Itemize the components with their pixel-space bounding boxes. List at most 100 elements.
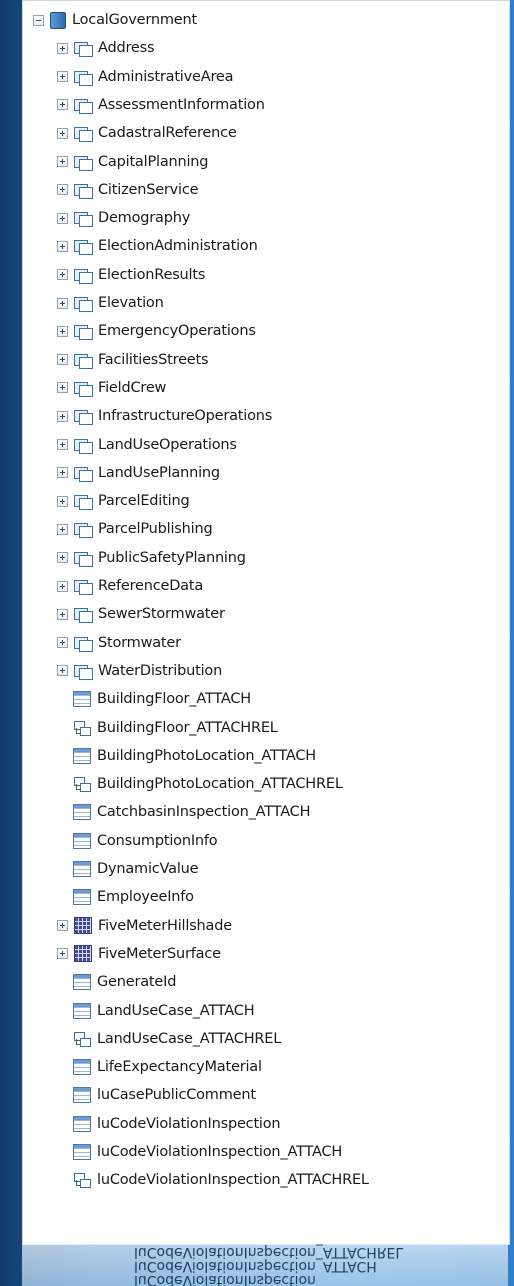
node-label: FiveMeterHillshade <box>98 917 232 934</box>
expand-icon[interactable] <box>57 240 68 252</box>
table-node[interactable]: CatchbasinInspection_ATTACH <box>57 799 310 825</box>
expand-icon[interactable] <box>57 212 68 224</box>
node-label: EmergencyOperations <box>98 323 256 340</box>
expand-icon[interactable] <box>57 637 68 649</box>
table-icon <box>73 747 91 764</box>
expand-icon[interactable] <box>57 184 68 196</box>
expand-icon[interactable] <box>57 439 68 450</box>
table-node[interactable]: GenerateId <box>57 969 176 995</box>
feature-dataset-node[interactable]: ElectionResults <box>57 262 205 288</box>
expand-icon[interactable] <box>57 127 68 139</box>
expand-icon[interactable] <box>57 99 68 111</box>
expand-icon[interactable] <box>57 325 68 337</box>
feature-dataset-node[interactable]: Stormwater <box>57 630 181 656</box>
expand-icon[interactable] <box>57 297 68 309</box>
feature-dataset-node[interactable]: AdministrativeArea <box>57 64 234 90</box>
table-node[interactable]: luCodeViolationInspection_ATTACH <box>57 1139 342 1165</box>
expand-icon[interactable] <box>57 665 68 677</box>
feature-dataset-node[interactable]: LandUsePlanning <box>57 460 220 486</box>
node-label: PublicSafetyPlanning <box>98 549 246 566</box>
table-node[interactable]: luCasePublicComment <box>57 1082 256 1108</box>
reflection-line: luCodeViolationInspection <box>134 1272 316 1286</box>
feature-dataset-node[interactable]: LandUseOperations <box>57 432 237 458</box>
feature-dataset-node[interactable]: EmergencyOperations <box>57 318 256 344</box>
table-node[interactable]: LifeExpectancyMaterial <box>57 1054 262 1080</box>
feature-dataset-icon <box>74 40 93 58</box>
node-label: LandUseOperations <box>98 436 237 453</box>
expand-icon[interactable] <box>57 920 68 932</box>
node-label: AssessmentInformation <box>98 96 265 113</box>
node-label: DynamicValue <box>97 861 199 877</box>
node-label: BuildingPhotoLocation_ATTACH <box>97 747 316 764</box>
table-node[interactable]: ConsumptionInfo <box>57 828 218 854</box>
table-node[interactable]: LandUseCase_ATTACH <box>57 998 255 1024</box>
table-node[interactable]: DynamicValue <box>57 856 199 882</box>
feature-dataset-node[interactable]: InfrastructureOperations <box>57 403 272 429</box>
raster-node[interactable]: FiveMeterHillshade <box>57 913 232 939</box>
feature-dataset-icon <box>74 606 93 624</box>
expand-icon[interactable] <box>57 552 68 564</box>
expand-icon[interactable] <box>57 580 68 592</box>
feature-dataset-node[interactable]: Elevation <box>57 290 164 316</box>
expand-icon[interactable] <box>57 608 68 620</box>
table-node[interactable]: luCodeViolationInspection <box>57 1111 281 1137</box>
expand-icon[interactable] <box>57 467 68 479</box>
expand-icon[interactable] <box>57 42 68 54</box>
table-node[interactable]: BuildingFloor_ATTACH <box>57 686 251 712</box>
table-icon <box>73 832 91 849</box>
table-node[interactable]: EmployeeInfo <box>57 884 194 910</box>
geodatabase-icon <box>50 11 66 29</box>
raster-dataset-icon <box>74 917 92 935</box>
relationship-link-glyph <box>76 784 82 791</box>
feature-dataset-node[interactable]: WaterDistribution <box>57 658 222 684</box>
raster-node[interactable]: FiveMeterSurface <box>57 941 221 967</box>
expand-icon[interactable] <box>57 495 68 507</box>
feature-dataset-node[interactable]: ReferenceData <box>57 573 203 599</box>
tree-root-localgovernment[interactable]: LocalGovernment <box>33 7 197 33</box>
expand-icon[interactable] <box>57 156 68 167</box>
collapse-icon[interactable] <box>33 14 44 26</box>
raster-dataset-icon <box>74 945 92 963</box>
expand-icon[interactable] <box>57 523 68 535</box>
catalog-tree-panel[interactable]: LocalGovernment Address AdministrativeArea… <box>22 0 510 1245</box>
feature-dataset-node[interactable]: CadastralReference <box>57 120 237 146</box>
node-label: FieldCrew <box>98 379 167 396</box>
node-label: CapitalPlanning <box>98 153 209 170</box>
feature-dataset-icon <box>74 182 93 199</box>
relationship-class-icon <box>73 1172 91 1189</box>
feature-dataset-node[interactable]: ParcelPublishing <box>57 516 213 542</box>
node-label: Address <box>98 40 155 57</box>
node-label: BuildingFloor_ATTACH <box>97 691 251 708</box>
feature-dataset-node[interactable]: FieldCrew <box>57 375 166 401</box>
feature-dataset-node[interactable]: AssessmentInformation <box>57 92 265 118</box>
feature-dataset-icon <box>74 493 93 511</box>
feature-dataset-node[interactable]: PublicSafetyPlanning <box>57 545 246 571</box>
expand-icon[interactable] <box>57 71 68 83</box>
relationship-node[interactable]: LandUseCase_ATTACHREL <box>57 1026 281 1052</box>
node-label: luCasePublicComment <box>97 1087 256 1104</box>
relationship-node[interactable]: luCodeViolationInspection_ATTACHREL <box>57 1167 369 1193</box>
expand-icon[interactable] <box>57 269 68 281</box>
relationship-class-icon <box>73 776 91 793</box>
node-label: CadastralReference <box>98 125 237 142</box>
relationship-node[interactable]: BuildingFloor_ATTACHREL <box>57 715 278 741</box>
expand-icon[interactable] <box>57 948 68 960</box>
feature-dataset-icon <box>74 267 93 284</box>
expand-icon[interactable] <box>57 354 68 366</box>
feature-dataset-icon <box>74 578 93 595</box>
feature-dataset-icon <box>74 380 93 397</box>
node-label: LandUseCase_ATTACH <box>97 1002 255 1019</box>
feature-dataset-node[interactable]: FacilitiesStreets <box>57 347 209 373</box>
relationship-node[interactable]: BuildingPhotoLocation_ATTACHREL <box>57 771 343 797</box>
expand-icon[interactable] <box>57 382 68 394</box>
feature-dataset-node[interactable]: Demography <box>57 205 190 231</box>
feature-dataset-node[interactable]: ParcelEditing <box>57 488 190 514</box>
feature-dataset-node[interactable]: ElectionAdministration <box>57 233 258 259</box>
feature-dataset-node[interactable]: SewerStormwater <box>57 601 225 627</box>
feature-dataset-node[interactable]: CapitalPlanning <box>57 149 209 175</box>
feature-dataset-node[interactable]: CitizenService <box>57 177 199 203</box>
feature-dataset-node[interactable]: Address <box>57 35 155 61</box>
table-node[interactable]: BuildingPhotoLocation_ATTACH <box>57 743 316 769</box>
expand-icon[interactable] <box>57 410 68 422</box>
node-label: FacilitiesStreets <box>98 351 209 368</box>
